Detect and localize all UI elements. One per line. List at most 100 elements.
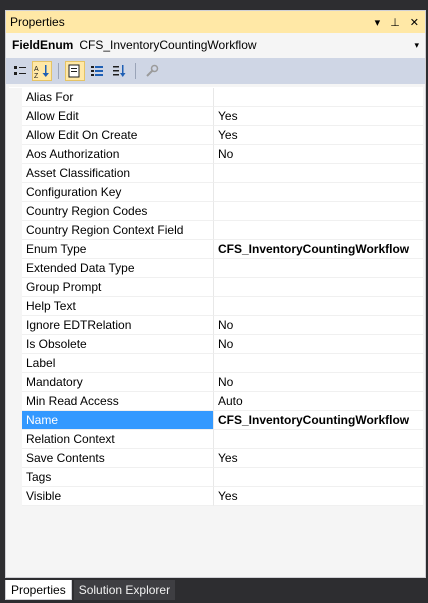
tab-solution-explorer[interactable]: Solution Explorer <box>73 580 176 600</box>
property-row[interactable]: Mandatory No <box>9 373 423 392</box>
property-value[interactable]: Yes <box>214 107 423 126</box>
property-row[interactable]: Alias For <box>9 88 423 107</box>
property-name[interactable]: Extended Data Type <box>22 259 214 278</box>
property-name[interactable]: Allow Edit <box>22 107 214 126</box>
row-gutter <box>9 468 22 487</box>
row-gutter <box>9 354 22 373</box>
row-gutter <box>9 487 22 506</box>
row-gutter <box>9 316 22 335</box>
property-row[interactable]: Is Obsolete No <box>9 335 423 354</box>
property-value[interactable] <box>214 202 423 221</box>
property-row[interactable]: Configuration Key <box>9 183 423 202</box>
property-row[interactable]: Tags <box>9 468 423 487</box>
property-name[interactable]: Allow Edit On Create <box>22 126 214 145</box>
property-name[interactable]: Name <box>22 411 214 430</box>
property-row[interactable]: Ignore EDTRelation No <box>9 316 423 335</box>
tool-window-tabs: Properties Solution Explorer <box>5 580 176 600</box>
object-type: FieldEnum <box>12 38 74 52</box>
property-row[interactable]: Relation Context <box>9 430 423 449</box>
tab-properties[interactable]: Properties <box>5 580 72 600</box>
property-row[interactable]: Enum Type CFS_InventoryCountingWorkflow <box>9 240 423 259</box>
row-gutter <box>9 278 22 297</box>
properties-panel: Properties ▾ ⊥ ✕ FieldEnum CFS_Inventory… <box>5 10 426 578</box>
property-name[interactable]: Min Read Access <box>22 392 214 411</box>
property-name[interactable]: Relation Context <box>22 430 214 449</box>
svg-text:Z: Z <box>34 73 39 78</box>
property-value[interactable] <box>214 278 423 297</box>
row-gutter <box>9 183 22 202</box>
property-name[interactable]: Alias For <box>22 88 214 107</box>
property-name[interactable]: Configuration Key <box>22 183 214 202</box>
settings-icon[interactable] <box>142 61 162 81</box>
property-name[interactable]: Mandatory <box>22 373 214 392</box>
app-frame: Properties ▾ ⊥ ✕ FieldEnum CFS_Inventory… <box>0 0 428 603</box>
property-row[interactable]: Asset Classification <box>9 164 423 183</box>
property-value[interactable]: No <box>214 316 423 335</box>
property-value[interactable]: Yes <box>214 487 423 506</box>
property-name[interactable]: Country Region Codes <box>22 202 214 221</box>
property-value[interactable]: CFS_InventoryCountingWorkflow <box>214 411 423 430</box>
property-name[interactable]: Save Contents <box>22 449 214 468</box>
toolbar-separator <box>58 63 59 79</box>
property-value[interactable] <box>214 468 423 487</box>
property-value[interactable]: No <box>214 145 423 164</box>
row-gutter <box>9 202 22 221</box>
property-name[interactable]: Country Region Context Field <box>22 221 214 240</box>
property-value[interactable] <box>214 259 423 278</box>
property-row[interactable]: Visible Yes <box>9 487 423 506</box>
window-menu-dropdown-icon[interactable]: ▾ <box>375 16 381 29</box>
pin-icon[interactable]: ⊥ <box>390 16 400 29</box>
property-row[interactable]: Group Prompt <box>9 278 423 297</box>
property-row[interactable]: Save Contents Yes <box>9 449 423 468</box>
row-gutter <box>9 240 22 259</box>
property-pages-icon[interactable] <box>65 61 85 81</box>
panel-title: Properties <box>10 15 65 29</box>
properties-toolbar: AZ <box>6 58 425 84</box>
property-row[interactable]: Min Read Access Auto <box>9 392 423 411</box>
property-row[interactable]: Help Text <box>9 297 423 316</box>
property-row[interactable]: Label <box>9 354 423 373</box>
property-row[interactable]: Allow Edit Yes <box>9 107 423 126</box>
toolbar-separator <box>135 63 136 79</box>
property-name[interactable]: Label <box>22 354 214 373</box>
panel-title-bar[interactable]: Properties ▾ ⊥ ✕ <box>6 11 425 33</box>
property-value[interactable]: CFS_InventoryCountingWorkflow <box>214 240 423 259</box>
property-row[interactable]: Allow Edit On Create Yes <box>9 126 423 145</box>
row-gutter <box>9 449 22 468</box>
property-name[interactable]: Asset Classification <box>22 164 214 183</box>
property-row[interactable]: Country Region Codes <box>9 202 423 221</box>
property-name[interactable]: Enum Type <box>22 240 214 259</box>
close-icon[interactable]: ✕ <box>410 16 419 29</box>
property-value[interactable] <box>214 430 423 449</box>
property-value[interactable] <box>214 88 423 107</box>
alphabetical-icon[interactable]: AZ <box>32 61 52 81</box>
property-value[interactable]: No <box>214 335 423 354</box>
object-selector[interactable]: FieldEnum CFS_InventoryCountingWorkflow … <box>6 35 425 55</box>
categorized-icon[interactable] <box>10 61 30 81</box>
property-value[interactable]: Yes <box>214 449 423 468</box>
property-name[interactable]: Help Text <box>22 297 214 316</box>
property-value[interactable] <box>214 164 423 183</box>
property-value[interactable] <box>214 297 423 316</box>
property-name[interactable]: Ignore EDTRelation <box>22 316 214 335</box>
property-row[interactable]: Country Region Context Field <box>9 221 423 240</box>
sort-icon[interactable] <box>109 61 129 81</box>
row-gutter <box>9 430 22 449</box>
property-value[interactable] <box>214 221 423 240</box>
property-value[interactable]: Yes <box>214 126 423 145</box>
property-name[interactable]: Tags <box>22 468 214 487</box>
property-row[interactable]: Name CFS_InventoryCountingWorkflow <box>9 411 423 430</box>
property-value[interactable] <box>214 183 423 202</box>
property-value[interactable]: No <box>214 373 423 392</box>
property-grid: Alias For Allow Edit Yes Allow Edit On Crea… <box>9 87 423 506</box>
object-selector-dropdown-icon[interactable]: ▾ <box>414 40 419 51</box>
property-row[interactable]: Extended Data Type <box>9 259 423 278</box>
property-value[interactable] <box>214 354 423 373</box>
property-name[interactable]: Group Prompt <box>22 278 214 297</box>
property-name[interactable]: Aos Authorization <box>22 145 214 164</box>
property-name[interactable]: Visible <box>22 487 214 506</box>
events-icon[interactable] <box>87 61 107 81</box>
property-name[interactable]: Is Obsolete <box>22 335 214 354</box>
property-value[interactable]: Auto <box>214 392 423 411</box>
property-row[interactable]: Aos Authorization No <box>9 145 423 164</box>
